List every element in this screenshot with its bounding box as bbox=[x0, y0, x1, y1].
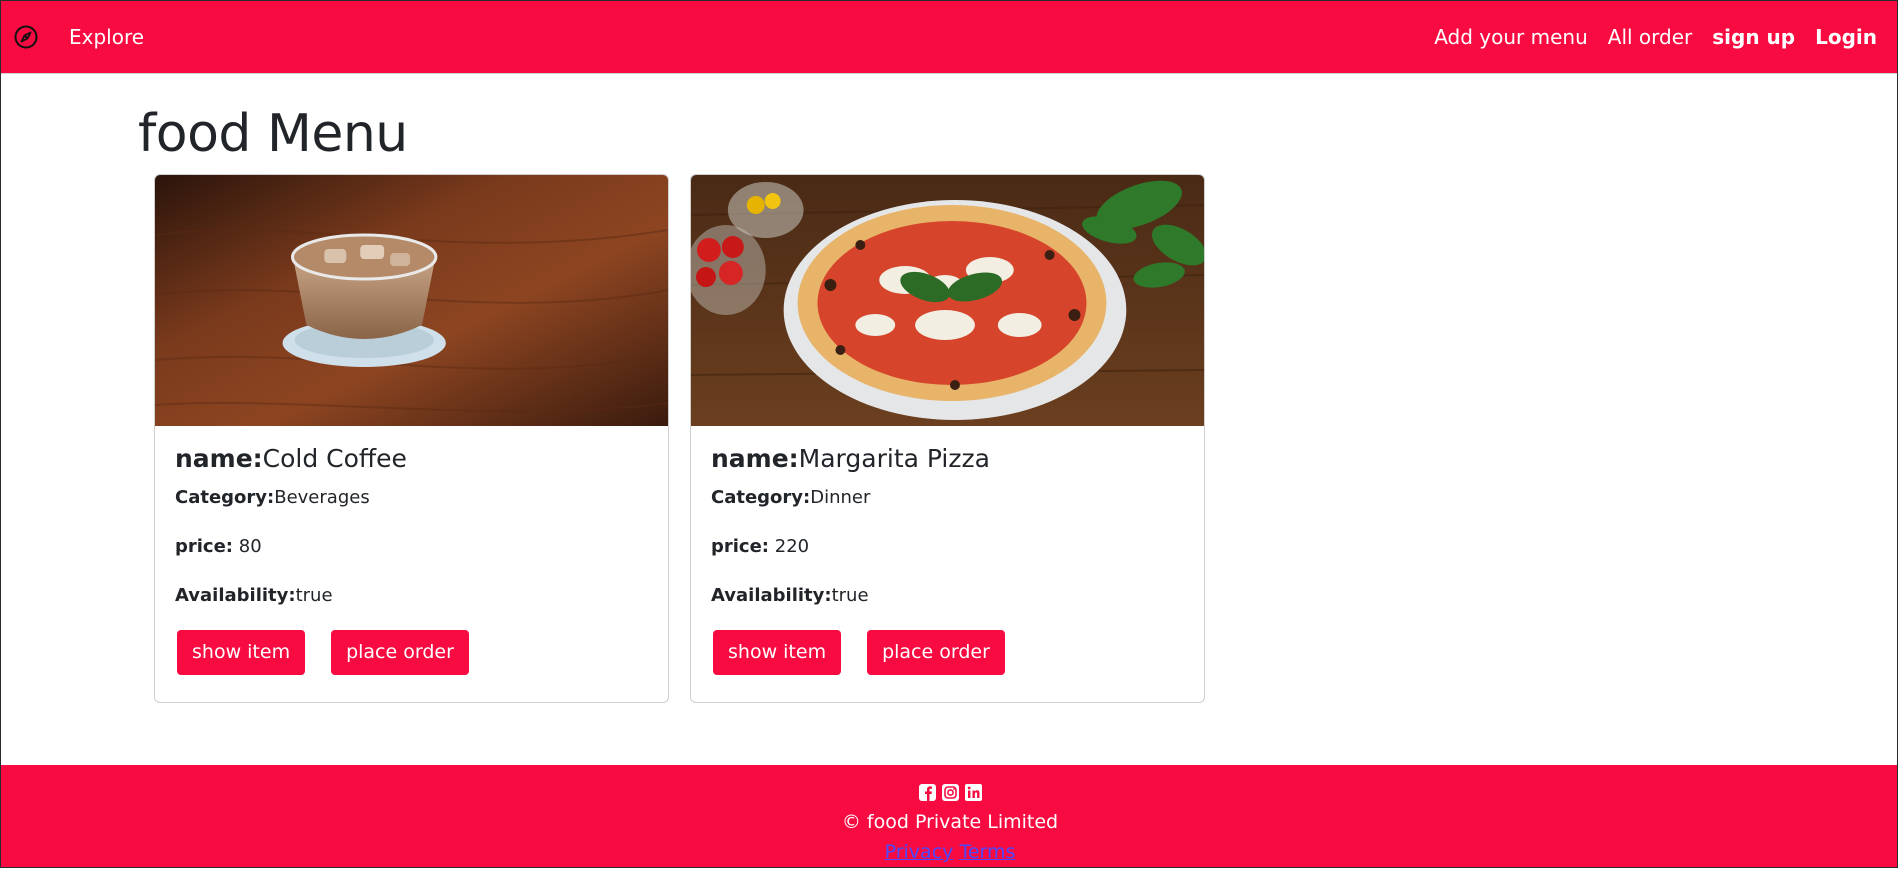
footer-links: Privacy Terms bbox=[1, 841, 1897, 863]
social-links bbox=[1, 783, 1897, 802]
availability-label: Availability: bbox=[175, 585, 296, 606]
sign-up-link[interactable]: sign up bbox=[1712, 25, 1795, 49]
category-label: Category: bbox=[711, 487, 811, 508]
name-value: Cold Coffee bbox=[262, 444, 407, 473]
name-label: name: bbox=[175, 444, 263, 473]
compass-icon[interactable] bbox=[13, 24, 39, 50]
menu-cards: name:Cold Coffee Category:Beverages pric… bbox=[154, 174, 1205, 703]
navbar-right: Add your menu All order sign up Login bbox=[1434, 1, 1877, 73]
instagram-icon[interactable] bbox=[941, 783, 960, 802]
category-label: Category: bbox=[175, 487, 275, 508]
page-frame: Explore Add your menu All order sign up … bbox=[0, 0, 1898, 868]
item-name: name:Cold Coffee bbox=[175, 444, 648, 473]
category-value: Beverages bbox=[274, 487, 370, 508]
price-label: price: bbox=[175, 536, 234, 557]
show-item-button[interactable]: show item bbox=[177, 630, 306, 675]
place-order-button[interactable]: place order bbox=[867, 630, 1005, 675]
place-order-button[interactable]: place order bbox=[331, 630, 469, 675]
all-order-link[interactable]: All order bbox=[1608, 25, 1692, 49]
card-actions: show item place order bbox=[711, 630, 1184, 675]
menu-card: name:Cold Coffee Category:Beverages pric… bbox=[154, 174, 669, 703]
item-price: price: 80 bbox=[175, 536, 648, 557]
name-value: Margarita Pizza bbox=[798, 444, 990, 473]
item-category: Category:Dinner bbox=[711, 487, 1184, 508]
menu-card: name:Margarita Pizza Category:Dinner pri… bbox=[690, 174, 1205, 703]
availability-value: true bbox=[295, 585, 333, 606]
card-actions: show item place order bbox=[175, 630, 648, 675]
facebook-icon[interactable] bbox=[918, 783, 937, 802]
price-value: 220 bbox=[774, 536, 810, 557]
category-value: Dinner bbox=[810, 487, 871, 508]
price-label: price: bbox=[711, 536, 770, 557]
availability-label: Availability: bbox=[711, 585, 832, 606]
terms-link[interactable]: Terms bbox=[959, 841, 1015, 863]
card-body: name:Cold Coffee Category:Beverages pric… bbox=[155, 426, 668, 675]
availability-value: true bbox=[831, 585, 869, 606]
add-menu-link[interactable]: Add your menu bbox=[1434, 25, 1588, 49]
card-body: name:Margarita Pizza Category:Dinner pri… bbox=[691, 426, 1204, 675]
navbar-left: Explore bbox=[13, 1, 144, 73]
item-availability: Availability:true bbox=[175, 585, 648, 606]
margherita-pizza-photo bbox=[691, 175, 1204, 426]
item-availability: Availability:true bbox=[711, 585, 1184, 606]
copyright-text: © food Private Limited bbox=[841, 811, 1059, 833]
privacy-link[interactable]: Privacy bbox=[885, 841, 954, 863]
name-label: name: bbox=[711, 444, 799, 473]
price-value: 80 bbox=[238, 536, 262, 557]
item-price: price: 220 bbox=[711, 536, 1184, 557]
linkedin-icon[interactable] bbox=[964, 783, 983, 802]
item-category: Category:Beverages bbox=[175, 487, 648, 508]
footer: © food Private Limited Privacy Terms bbox=[1, 765, 1897, 867]
iced-coffee-photo bbox=[155, 175, 668, 426]
item-name: name:Margarita Pizza bbox=[711, 444, 1184, 473]
navbar: Explore Add your menu All order sign up … bbox=[1, 1, 1897, 74]
show-item-button[interactable]: show item bbox=[713, 630, 842, 675]
page-title: food Menu bbox=[138, 104, 408, 164]
explore-link[interactable]: Explore bbox=[69, 25, 144, 49]
login-link[interactable]: Login bbox=[1815, 25, 1877, 49]
